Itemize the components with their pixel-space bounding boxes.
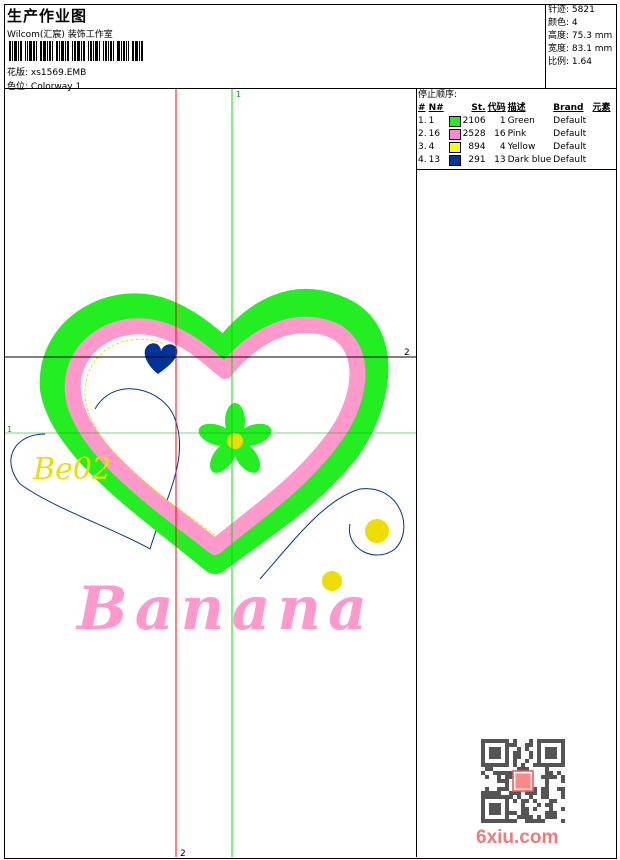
yellow-dot (365, 519, 389, 543)
row-needle: 1 (428, 115, 462, 128)
stop-sequence-caption: 停止顺序: (418, 90, 458, 100)
guide-label-left: 1 (7, 425, 12, 434)
row-stitches: 2528 (462, 129, 486, 139)
color-swatch (448, 142, 461, 153)
color-count: 颜色: 4 (548, 18, 578, 28)
row-brand: Default (553, 155, 587, 165)
col-code: 代码 (487, 103, 506, 113)
table-header: # N# St. 代码 描述 Brand 元素 (417, 102, 612, 115)
color-swatch (448, 129, 461, 140)
row-code: 16 (494, 129, 506, 139)
row-code: 13 (494, 155, 506, 165)
row-brand: Default (553, 142, 587, 152)
pattern-label: 花版: (7, 68, 29, 78)
row-index: 1. (418, 116, 427, 126)
row-index: 4. (418, 155, 427, 165)
design-canvas: Be02 Banana 1 2 2 1 (5, 89, 417, 859)
table-row: 1. 1 2106 1 Green Default (417, 115, 612, 128)
col-brand: Brand (553, 103, 584, 113)
color-swatch (448, 155, 461, 166)
watermark-logo: 6xiu.com (476, 827, 559, 848)
row-index: 2. (418, 129, 427, 139)
table-row: 4. 13 291 13 Dark blue Default (417, 154, 612, 167)
row-stitches: 291 (468, 155, 486, 165)
company-name: Wilcom(汇宸) 装饰工作室 (7, 30, 113, 40)
row-stitches: 894 (468, 142, 486, 152)
qr-code (481, 739, 565, 823)
color-swatch (448, 116, 461, 127)
row-needle: 13 (428, 154, 462, 167)
guide-label-right: 2 (404, 348, 410, 358)
row-needle: 4 (428, 141, 462, 154)
stitch-count: 针迹: 5821 (548, 5, 595, 15)
row-brand: Default (553, 116, 587, 126)
stop-sequence-panel: 停止顺序: # N# St. 代码 描述 Brand 元素 1. 1 2106 … (417, 89, 616, 170)
row-code: 4 (499, 142, 506, 152)
row-needle: 16 (428, 128, 462, 141)
col-description: 描述 (507, 103, 526, 113)
design-width: 宽度: 83.1 mm (548, 44, 613, 54)
design-info: 针迹: 5821 颜色: 4 高度: 75.3 mm 宽度: 83.1 mm 比… (545, 4, 617, 89)
guide-label-bottom: 2 (180, 849, 186, 857)
table-row: 2. 16 2528 16 Pink Default (417, 128, 612, 141)
row-index: 3. (418, 142, 427, 152)
green-flower (198, 403, 272, 473)
row-stitches: 2106 (462, 116, 486, 126)
guide-label-top: 1 (236, 90, 241, 99)
stop-sequence-table: # N# St. 代码 描述 Brand 元素 1. 1 2106 1 Gree… (417, 102, 612, 167)
table-row: 3. 4 894 4 Yellow Default (417, 141, 612, 154)
col-needle: N# (428, 103, 444, 113)
col-element: 元素 (592, 103, 611, 113)
design-height: 高度: 75.3 mm (548, 31, 613, 41)
col-index: # (418, 103, 426, 113)
page-title: 生产作业图 (7, 7, 88, 25)
barcode (9, 41, 144, 61)
header: 生产作业图 Wilcom(汇宸) 装饰工作室 花版: xs1569.EMB 色位… (4, 4, 545, 92)
row-description: Pink (507, 129, 527, 139)
embroidery-preview: Be02 Banana 1 2 2 1 (5, 89, 416, 859)
small-blue-heart (144, 343, 178, 374)
row-brand: Default (553, 129, 587, 139)
col-stitches: St. (471, 103, 486, 113)
design-small-lettering: Be02 (32, 452, 111, 487)
row-code: 1 (499, 116, 506, 126)
design-scale: 比例: 1.64 (548, 57, 592, 67)
pattern-file: 花版: xs1569.EMB (7, 65, 86, 78)
pattern-value: xs1569.EMB (30, 68, 87, 78)
row-description: Green (507, 116, 535, 126)
row-description: Yellow (507, 142, 536, 152)
row-description: Dark blue (507, 155, 552, 165)
